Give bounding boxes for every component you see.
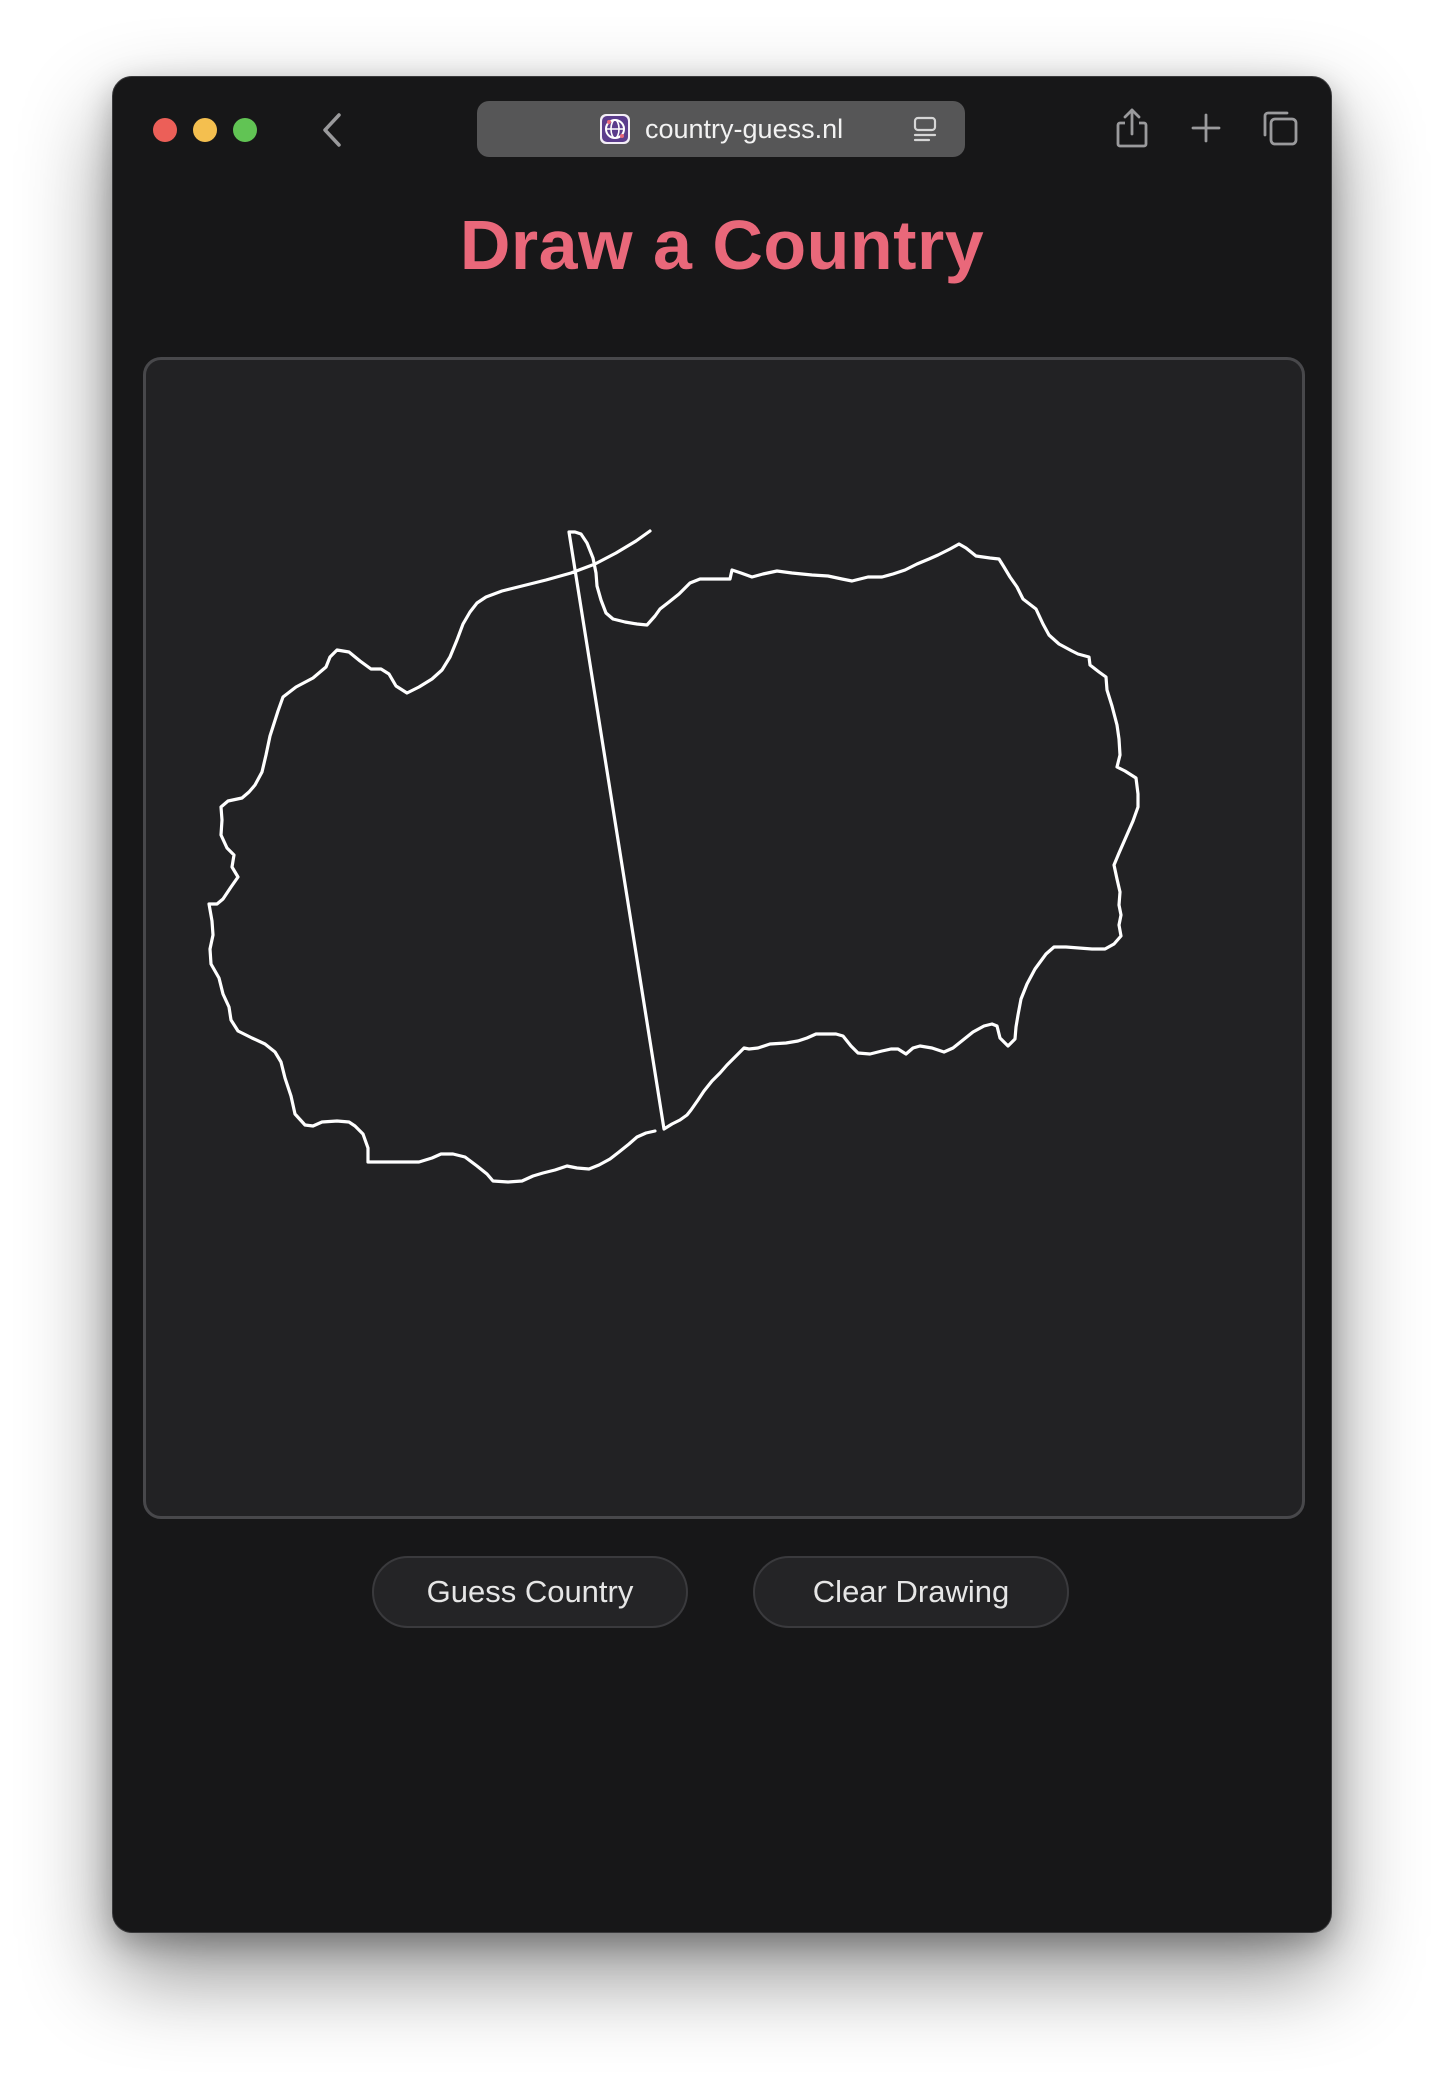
url-text: country-guess.nl xyxy=(645,114,844,144)
globe-favicon-icon xyxy=(600,114,630,144)
new-tab-button[interactable] xyxy=(1179,101,1233,155)
drawing-canvas[interactable] xyxy=(143,357,1305,1519)
page-title: Draw a Country xyxy=(459,206,985,284)
address-bar[interactable]: country-guess.nl xyxy=(477,101,965,157)
browser-window: country-guess.nl Draw a Country Guess Co… xyxy=(112,76,1332,1933)
back-button[interactable] xyxy=(309,107,355,153)
plus-icon xyxy=(1191,113,1221,143)
chevron-left-icon xyxy=(323,113,341,147)
browser-toolbar: country-guess.nl xyxy=(113,77,1331,177)
clear-drawing-button[interactable]: Clear Drawing xyxy=(753,1556,1069,1628)
tab-overview-button[interactable] xyxy=(1253,101,1307,155)
reader-mode-icon[interactable] xyxy=(909,113,941,145)
maximize-window-button[interactable] xyxy=(233,118,257,142)
minimize-window-button[interactable] xyxy=(193,118,217,142)
close-window-button[interactable] xyxy=(153,118,177,142)
guess-country-button[interactable]: Guess Country xyxy=(372,1556,688,1628)
country-outline-drawing xyxy=(207,529,1140,1184)
tab-overview-icon xyxy=(1263,111,1298,146)
share-icon xyxy=(1116,108,1148,148)
share-button[interactable] xyxy=(1105,101,1159,155)
